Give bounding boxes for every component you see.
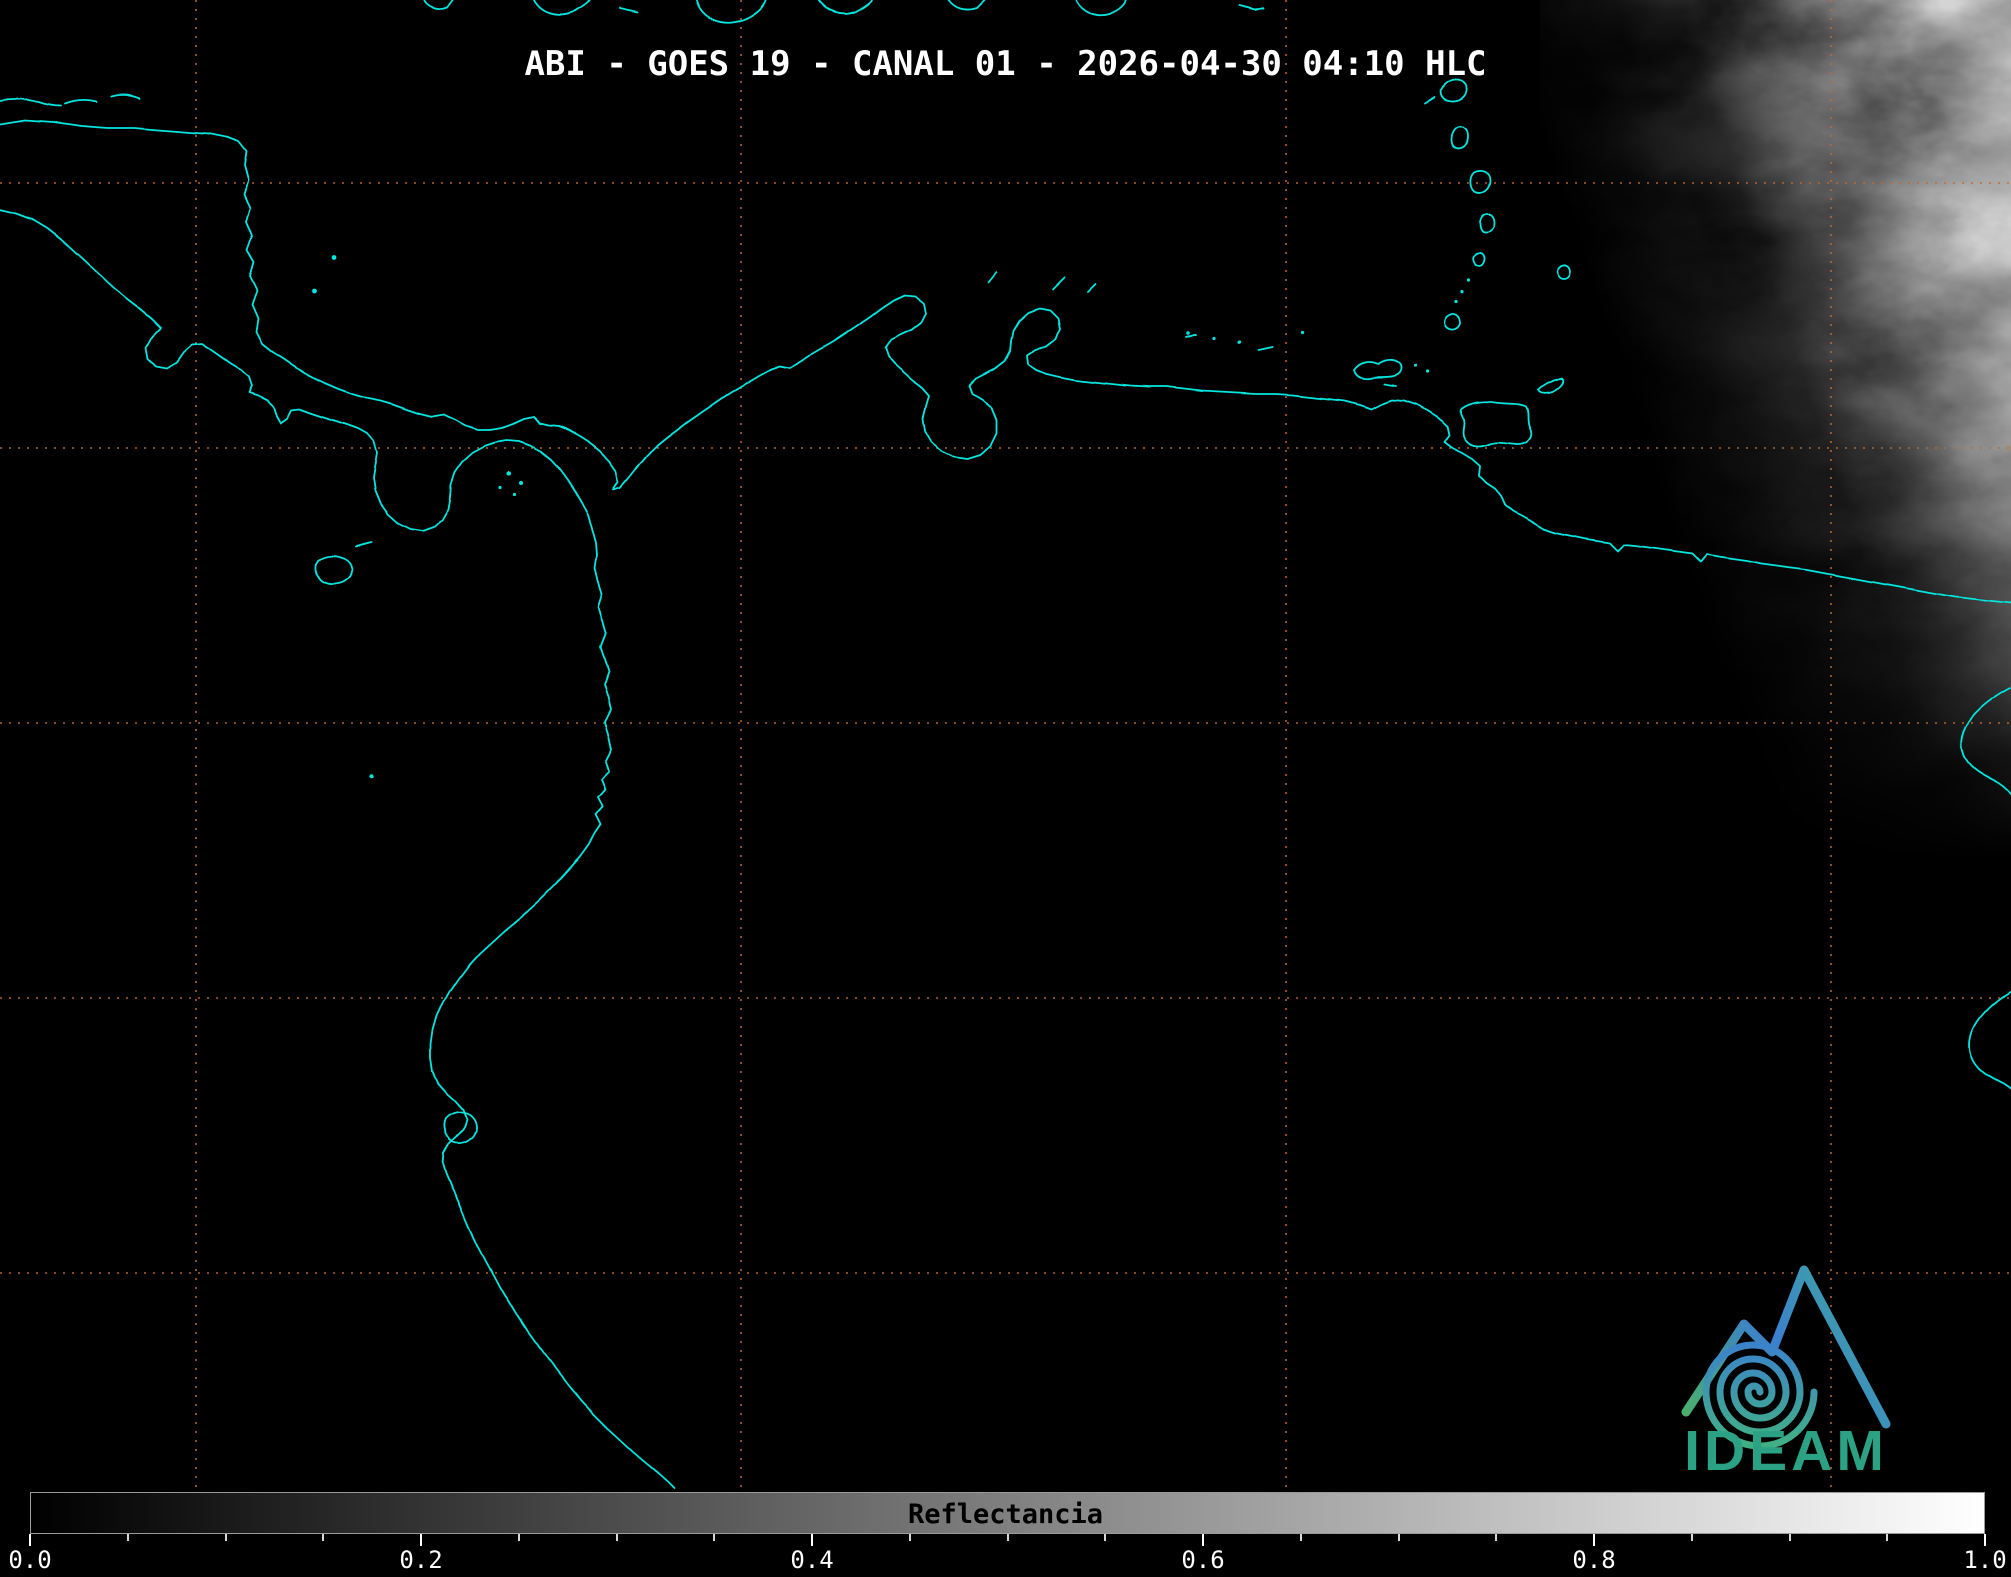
colorbar-tick (420, 1534, 422, 1546)
colorbar-tick (1202, 1534, 1204, 1546)
islet-dot (512, 492, 516, 496)
colorbar-tick (1299, 1534, 1302, 1541)
islet-dot (1300, 330, 1304, 334)
colorbar-tick (517, 1534, 520, 1541)
satellite-image-viewport: IDEAM ABI - GOES 19 - CANAL 01 - 2026-04… (0, 0, 2011, 1577)
colorbar-tick-label: 0.2 (399, 1546, 443, 1574)
colorbar-tick (1104, 1534, 1107, 1541)
colorbar-tick-label: 1.0 (1963, 1546, 2007, 1574)
islet-dot (331, 255, 337, 261)
islet-dot (498, 485, 502, 489)
islet-dot (1186, 332, 1190, 336)
islet-dot (1466, 278, 1470, 282)
islet-dot (1414, 364, 1418, 368)
colorbar-tick (908, 1534, 911, 1541)
colorbar-tick (1593, 1534, 1595, 1546)
colorbar-tick-label: 0.0 (8, 1546, 52, 1574)
colorbar-tick (713, 1534, 716, 1541)
satellite-map: IDEAM (0, 0, 2011, 1577)
islet-dot (506, 472, 510, 476)
colorbar-tick-label: 0.6 (1181, 1546, 1225, 1574)
islet-dot (313, 287, 319, 293)
sunlit-cloud-band (1540, 0, 2011, 900)
islet-dot (1460, 290, 1464, 294)
image-title: ABI - GOES 19 - CANAL 01 - 2026-04-30 04… (524, 44, 1487, 84)
colorbar-tick (1984, 1534, 1986, 1546)
colorbar-tick (1788, 1534, 1791, 1541)
colorbar-tick (1006, 1534, 1009, 1541)
colorbar-tick (811, 1534, 813, 1546)
colorbar-tick (1690, 1534, 1693, 1541)
colorbar-label: Reflectancia (907, 1499, 1104, 1530)
colorbar-tick (1886, 1534, 1889, 1541)
islet-dot (1238, 340, 1242, 344)
colorbar-tick (29, 1534, 31, 1546)
islet-dot (1426, 370, 1430, 374)
colorbar-tick-label: 0.8 (1572, 1546, 1616, 1574)
islet-dot (1454, 300, 1458, 304)
colorbar-tick-labels: 0.0 0.2 0.4 0.6 0.8 1.0 (0, 1546, 2011, 1576)
colorbar-tick (224, 1534, 227, 1541)
colorbar-tick (1495, 1534, 1498, 1541)
islet-dot (369, 773, 375, 779)
colorbar-tick-label: 0.4 (790, 1546, 834, 1574)
islet-dot (518, 481, 522, 485)
colorbar-tick (126, 1534, 129, 1541)
islet-dot (1212, 336, 1216, 340)
ideam-logo-text: IDEAM (1684, 1419, 1888, 1483)
colorbar-tick (615, 1534, 618, 1541)
colorbar-tick (1397, 1534, 1400, 1541)
colorbar-tick (322, 1534, 325, 1541)
